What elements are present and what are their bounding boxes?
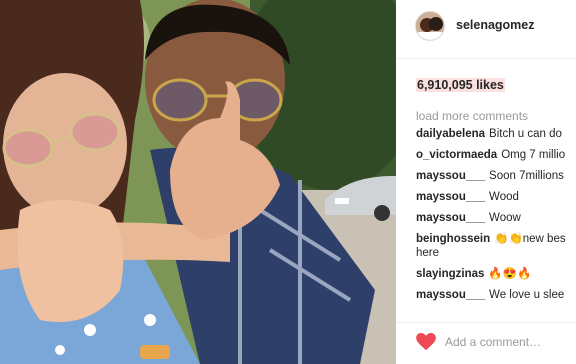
comment-text: Wood [489, 191, 519, 203]
comment-text: Woow [489, 212, 521, 224]
comment-username[interactable]: o_victormaeda [416, 149, 497, 161]
avatar[interactable] [415, 11, 445, 41]
load-more-comments-link[interactable]: load more comments [416, 109, 528, 123]
comment-item: mayssou___ Woow [416, 211, 576, 232]
photo-illustration [0, 0, 396, 364]
comment-text: We love u slee [489, 289, 565, 301]
comment-text: 🔥😍🔥 [488, 268, 532, 280]
post-photo[interactable] [0, 0, 396, 364]
comments-list: dailyabelena Bitch u can do o_victormaeda… [416, 127, 576, 309]
comment-username[interactable]: beinghossein [416, 233, 490, 245]
likes-count[interactable]: 6,910,095 likes [416, 78, 505, 92]
comment-username[interactable]: mayssou___ [416, 170, 485, 182]
post-header: selenagomez [396, 0, 576, 59]
comment-item: mayssou___ We love u slee [416, 288, 576, 309]
heart-icon[interactable] [416, 333, 436, 351]
comment-username[interactable]: mayssou___ [416, 289, 485, 301]
comment-text: Omg 7 millio [501, 149, 566, 161]
comment-username[interactable]: dailyabelena [416, 128, 485, 140]
comment-username[interactable]: slayingzinas [416, 268, 484, 280]
add-comment-input[interactable]: Add a comment… [445, 335, 541, 349]
comment-item: mayssou___ Soon 7millions [416, 169, 576, 190]
comment-item: dailyabelena Bitch u can do [416, 127, 576, 148]
comment-item: slayingzinas 🔥😍🔥 [416, 267, 576, 288]
comment-username[interactable]: mayssou___ [416, 191, 485, 203]
comment-username[interactable]: mayssou___ [416, 212, 485, 224]
post-sidebar: selenagomez 6,910,095 likes load more co… [396, 0, 576, 364]
avatar-image [416, 12, 444, 40]
comment-footer: Add a comment… [396, 322, 576, 364]
comment-item: mayssou___ Wood [416, 190, 576, 211]
comment-item: o_victormaeda Omg 7 millio [416, 148, 576, 169]
comment-item: beinghossein 👏👏new bes here [416, 232, 576, 267]
username-link[interactable]: selenagomez [456, 18, 535, 32]
comment-text: Bitch u can do [489, 128, 562, 140]
comment-text: Soon 7millions [489, 170, 564, 182]
instagram-post: selenagomez 6,910,095 likes load more co… [0, 0, 576, 364]
